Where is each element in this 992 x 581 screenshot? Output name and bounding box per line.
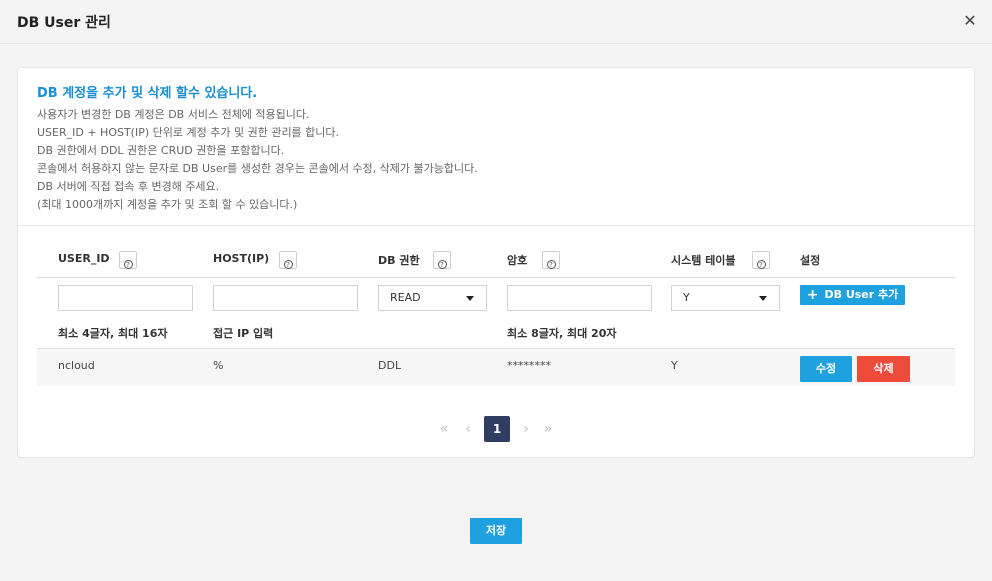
host-hint: 접근 IP 입력 xyxy=(213,327,274,340)
first-page-icon[interactable]: « xyxy=(436,416,452,442)
dialog-header: DB User 관리 ✕ xyxy=(0,0,992,44)
privilege-select-value: READ xyxy=(390,291,421,304)
table-row: ncloud % DDL ******** Y 수정 삭제 xyxy=(37,348,955,386)
password-hint: 최소 8글자, 최대 20자 xyxy=(507,327,617,340)
cell-privilege: DDL xyxy=(378,359,402,372)
system-table-select-value: Y xyxy=(683,291,690,304)
page-1-button[interactable]: 1 xyxy=(484,416,510,442)
host-input[interactable] xyxy=(213,285,358,311)
header-divider xyxy=(37,277,955,278)
cell-password: ******** xyxy=(507,359,551,372)
dialog-title: DB User 관리 xyxy=(17,15,111,31)
cell-host: % xyxy=(213,359,224,372)
plus-icon: + xyxy=(806,287,819,303)
add-db-user-label: DB User 추가 xyxy=(824,288,899,301)
caret-down-icon xyxy=(466,296,474,301)
notice-line: DB 서버에 직접 접속 후 변경해 주세요. xyxy=(37,180,220,193)
help-password-icon[interactable]: ? xyxy=(542,251,560,269)
next-page-icon[interactable]: › xyxy=(518,416,534,442)
cell-system-table: Y xyxy=(671,359,678,372)
edit-button[interactable]: 수정 xyxy=(800,356,852,382)
notice-line: 콘솔에서 허용하지 않는 문자로 DB User를 생성한 경우는 콘솔에서 수… xyxy=(37,162,478,175)
help-system-table-icon[interactable]: ? xyxy=(752,251,770,269)
password-input[interactable] xyxy=(507,285,652,311)
notice-panel: DB 계정을 추가 및 삭제 할수 있습니다. 사용자가 변경한 DB 계정은 … xyxy=(18,68,974,226)
column-header-user-id: USER_ID xyxy=(58,252,110,265)
notice-heading: DB 계정을 추가 및 삭제 할수 있습니다. xyxy=(37,86,258,101)
prev-page-icon[interactable]: ‹ xyxy=(460,416,476,442)
user-id-input[interactable] xyxy=(58,285,193,311)
caret-down-icon xyxy=(759,296,767,301)
column-header-host: HOST(IP) xyxy=(213,252,270,265)
column-header-privilege: DB 권한 xyxy=(378,254,420,267)
notice-line: 사용자가 변경한 DB 계정은 DB 서비스 전체에 적용됩니다. xyxy=(37,108,310,121)
help-host-icon[interactable]: ? xyxy=(279,251,297,269)
column-header-system-table: 시스템 테이블 xyxy=(671,254,736,267)
question-icon: ? xyxy=(546,260,556,269)
pagination: « ‹ 1 › » xyxy=(18,416,974,442)
help-privilege-icon[interactable]: ? xyxy=(433,251,451,269)
close-icon[interactable]: ✕ xyxy=(962,11,978,31)
notice-line: USER_ID + HOST(IP) 단위로 계정 추가 및 권한 관리를 합니… xyxy=(37,126,340,139)
content-card: DB 계정을 추가 및 삭제 할수 있습니다. 사용자가 변경한 DB 계정은 … xyxy=(17,67,975,458)
notice-line: DB 권한에서 DDL 권한은 CRUD 권한을 포함합니다. xyxy=(37,144,285,157)
column-header-settings: 설정 xyxy=(800,254,821,267)
question-icon: ? xyxy=(756,260,766,269)
help-user-id-icon[interactable]: ? xyxy=(119,251,137,269)
user-id-hint: 최소 4글자, 최대 16자 xyxy=(58,327,168,340)
save-button[interactable]: 저장 xyxy=(470,518,522,544)
question-icon: ? xyxy=(123,260,133,269)
add-db-user-button[interactable]: + DB User 추가 xyxy=(800,285,905,305)
system-table-select[interactable]: Y xyxy=(671,285,780,311)
privilege-select[interactable]: READ xyxy=(378,285,487,311)
delete-button[interactable]: 삭제 xyxy=(857,356,910,382)
column-header-password: 암호 xyxy=(507,254,528,267)
notice-line: (최대 1000개까지 계정을 추가 및 조회 할 수 있습니다.) xyxy=(37,198,298,211)
last-page-icon[interactable]: » xyxy=(540,416,556,442)
question-icon: ? xyxy=(283,260,293,269)
cell-user-id: ncloud xyxy=(58,359,95,372)
question-icon: ? xyxy=(437,260,447,269)
